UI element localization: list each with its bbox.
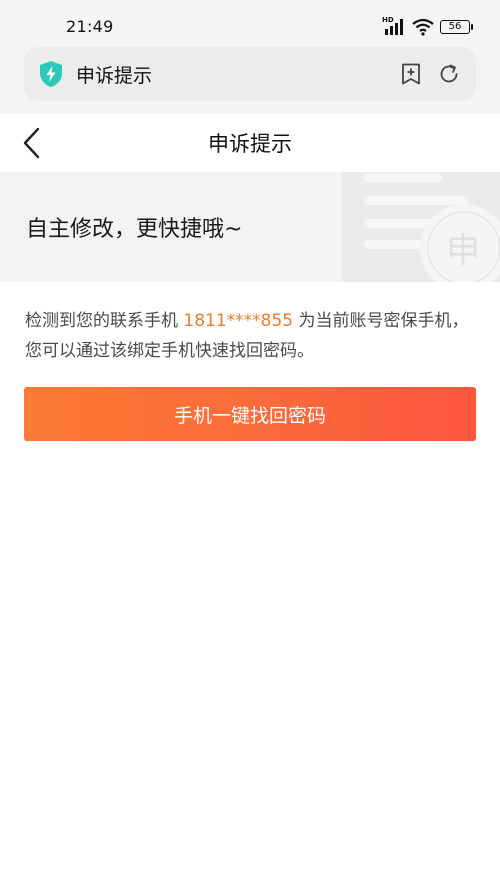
- banner-deco-char: 申: [446, 231, 480, 271]
- description: 检测到您的联系手机 1811****855 为当前账号密保手机，您可以通过该绑定…: [25, 306, 477, 366]
- page-title: 申诉提示: [208, 132, 292, 156]
- address-bar[interactable]: 申诉提示: [24, 47, 476, 101]
- banner-text: 自主修改，更快捷哦~: [26, 217, 243, 242]
- status-time: 21:49: [66, 17, 114, 36]
- browser-toolbar: 申诉提示: [0, 47, 500, 114]
- wifi-icon: [412, 18, 434, 36]
- banner: 自主修改，更快捷哦~ 申: [0, 172, 500, 282]
- status-icons: HD 56: [382, 16, 473, 36]
- bookmark-plus-icon[interactable]: [400, 63, 422, 85]
- description-prefix: 检测到您的联系手机: [25, 311, 184, 331]
- cellular-signal-icon: HD: [382, 16, 406, 36]
- recover-password-button[interactable]: 手机一键找回密码: [24, 387, 476, 441]
- page-header: 申诉提示: [0, 114, 500, 172]
- network-type-label: HD: [382, 16, 394, 24]
- phone-number: 1811****855: [183, 311, 294, 331]
- battery-level: 56: [448, 21, 462, 32]
- reload-icon[interactable]: [438, 63, 460, 85]
- appeal-document-illustration: 申: [342, 172, 500, 282]
- shield-lightning-icon: [40, 61, 62, 87]
- status-bar: 21:49 HD 56: [0, 0, 500, 50]
- address-title: 申诉提示: [76, 65, 153, 87]
- battery-icon: 56: [440, 20, 473, 34]
